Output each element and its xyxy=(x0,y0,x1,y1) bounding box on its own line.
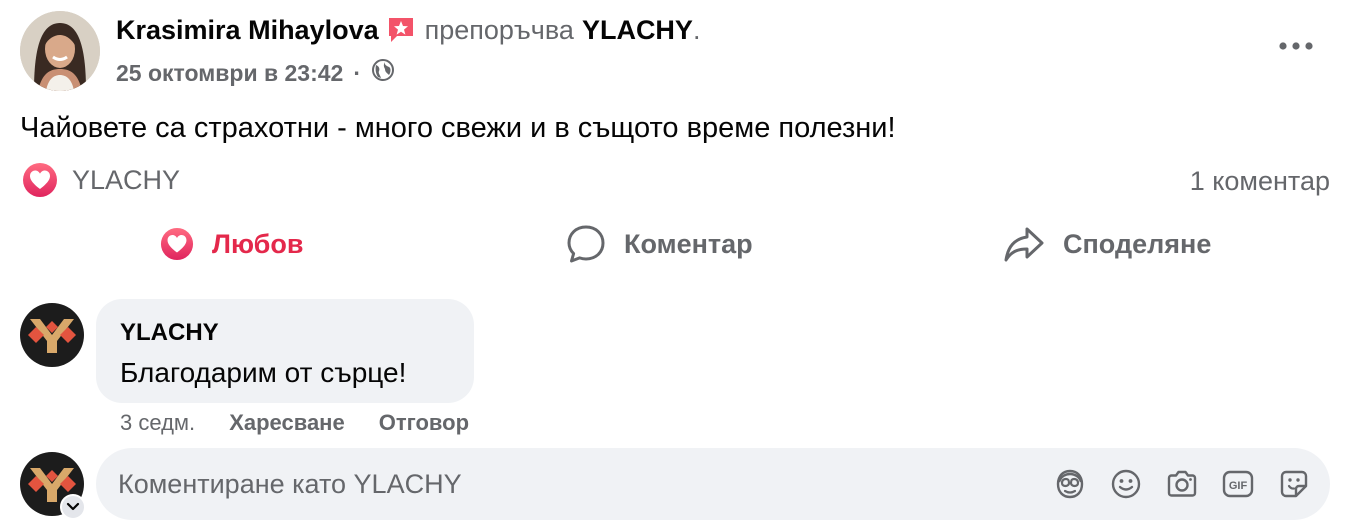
action-bar: Любов Коментар Споделяне xyxy=(0,215,1350,273)
sticker-icon xyxy=(1280,470,1308,498)
comment-meta: 3 седм. Харесване Отговор xyxy=(120,410,469,436)
love-icon xyxy=(160,227,194,261)
comment-text: Благодарим от сърце! xyxy=(120,357,407,388)
sticker-button[interactable] xyxy=(1276,466,1312,502)
share-button[interactable]: Споделяне xyxy=(1003,215,1211,273)
post-timestamp[interactable]: 25 октомври в 23:42 xyxy=(116,60,343,87)
love-label: Любов xyxy=(212,228,304,259)
emoji-button[interactable] xyxy=(1108,466,1144,502)
ylachy-logo-icon xyxy=(28,319,76,353)
camera-icon xyxy=(1167,470,1197,497)
gif-icon: GIF xyxy=(1222,470,1254,498)
comment-icon xyxy=(567,225,605,263)
author-avatar[interactable] xyxy=(20,11,100,91)
camera-button[interactable] xyxy=(1164,466,1200,502)
more-icon xyxy=(1279,42,1313,50)
reactions-summary[interactable]: YLACHY xyxy=(22,162,180,198)
share-label: Споделяне xyxy=(1063,228,1212,259)
recommends-text: препоръчва xyxy=(424,14,574,45)
post-text: Чайовете са страхотни - много свежи и в … xyxy=(20,112,896,144)
reactor-name[interactable]: YLACHY xyxy=(72,165,180,196)
more-options-button[interactable] xyxy=(1272,30,1320,62)
share-icon xyxy=(1004,227,1044,262)
header-period: . xyxy=(692,14,701,45)
recommend-icon xyxy=(385,14,417,46)
post-header: Krasimira Mihaylova препоръчва YLACHY . xyxy=(116,14,700,46)
gif-button[interactable]: GIF xyxy=(1220,466,1256,502)
comment-composer: GIF xyxy=(96,448,1330,520)
emoji-icon xyxy=(1111,469,1141,499)
post-meta: 25 октомври в 23:42 · xyxy=(116,58,395,88)
comment-bubble: YLACHY Благодарим от сърце! xyxy=(96,299,474,403)
avatar-sticker-icon xyxy=(1056,469,1084,499)
profile-switch-chevron[interactable] xyxy=(60,494,86,520)
comment-author[interactable]: YLACHY xyxy=(120,319,450,347)
comment-reply-button[interactable]: Отговор xyxy=(379,410,469,436)
love-button[interactable]: Любов xyxy=(160,215,303,273)
meta-separator: · xyxy=(353,59,361,86)
comment-label: Коментар xyxy=(624,228,753,259)
comment-time[interactable]: 3 седм. xyxy=(120,410,195,436)
recommended-page-name[interactable]: YLACHY xyxy=(582,15,693,46)
svg-text:GIF: GIF xyxy=(1229,480,1248,492)
comment-like-button[interactable]: Харесване xyxy=(229,410,345,436)
comment-count[interactable]: 1 коментар xyxy=(1190,166,1330,197)
author-name[interactable]: Krasimira Mihaylova xyxy=(116,15,379,46)
globe-icon[interactable] xyxy=(371,58,395,88)
chevron-down-icon xyxy=(66,502,80,511)
comment-button[interactable]: Коментар xyxy=(566,215,753,273)
comment-input[interactable] xyxy=(118,464,1018,504)
comment-author-avatar[interactable] xyxy=(20,303,84,367)
love-reaction-icon xyxy=(23,163,57,197)
avatar-sticker-button[interactable] xyxy=(1052,466,1088,502)
